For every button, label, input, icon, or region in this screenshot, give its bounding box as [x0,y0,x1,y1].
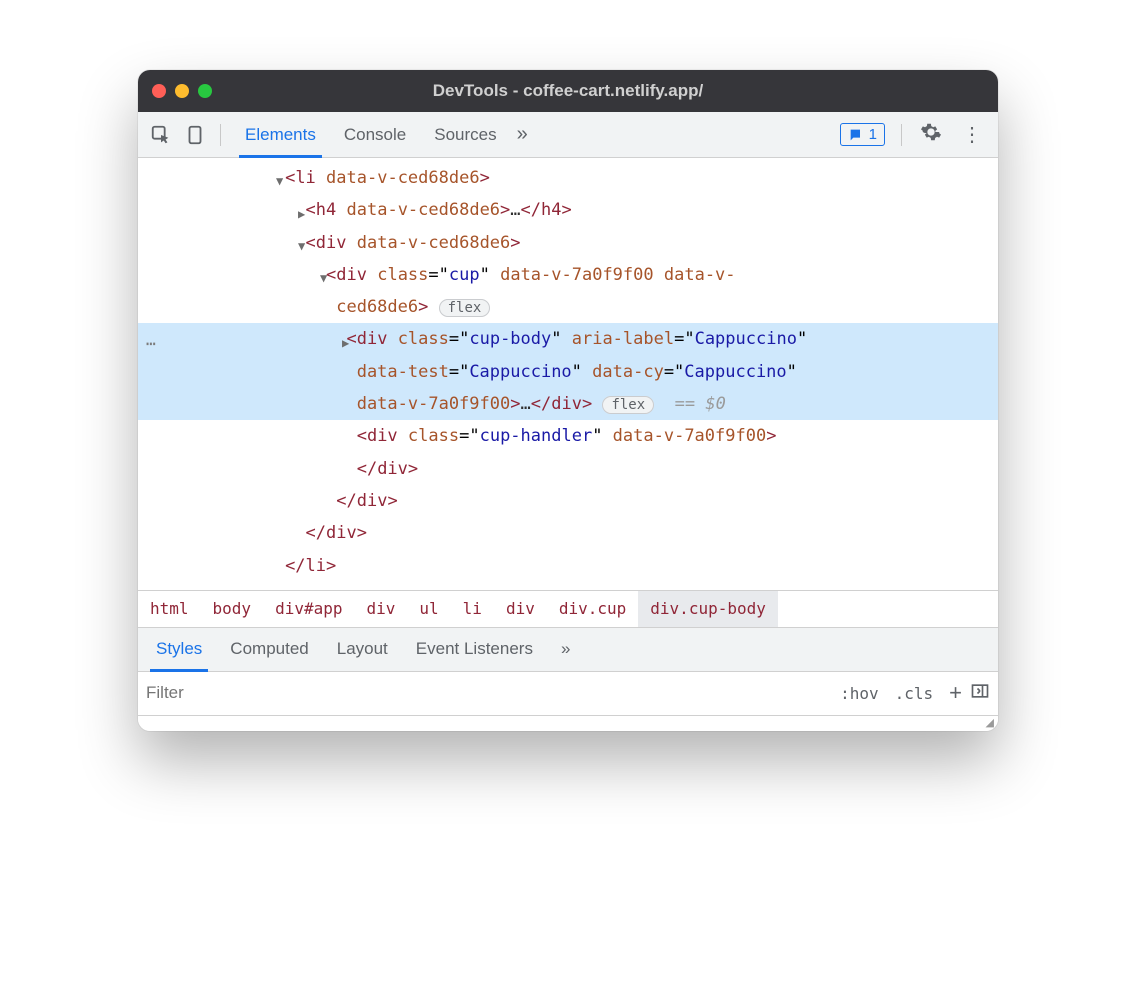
tab-computed[interactable]: Computed [216,628,322,671]
new-style-rule-icon[interactable]: + [941,680,970,706]
styles-filter-row: :hov .cls + [138,672,998,716]
toolbar: Elements Console Sources » 1 ⋮ [138,112,998,158]
breadcrumb: html body div#app div ul li div div.cup … [138,590,998,628]
dom-node[interactable]: </div> [138,485,998,517]
tab-styles[interactable]: Styles [142,628,216,671]
crumb-html[interactable]: html [138,591,201,627]
styles-tabs: Styles Computed Layout Event Listeners » [138,628,998,672]
dom-node[interactable]: ▼ <li data-v-ced68de6> [138,162,998,194]
tab-elements[interactable]: Elements [231,112,330,157]
device-icon[interactable] [180,120,210,150]
minimize-icon[interactable] [175,84,189,98]
tab-layout[interactable]: Layout [323,628,402,671]
devtools-window: DevTools - coffee-cart.netlify.app/ Elem… [138,70,998,731]
resize-handle-icon[interactable]: ◢ [138,716,998,731]
flex-badge[interactable]: flex [439,299,491,317]
crumb-cup[interactable]: div.cup [547,591,638,627]
issues-count: 1 [869,126,877,143]
crumb-app[interactable]: div#app [263,591,354,627]
dom-node[interactable]: <div class="cup-handler" data-v-7a0f9f00… [138,420,998,452]
traffic-lights [152,84,212,98]
crumb-ul[interactable]: ul [407,591,450,627]
tabs-overflow-icon[interactable]: » [511,123,534,146]
tab-sources[interactable]: Sources [420,112,510,157]
filter-input[interactable] [146,683,832,703]
dom-node[interactable]: </div> [138,453,998,485]
dom-node[interactable]: ▶ <h4 data-v-ced68de6>…</h4> [138,194,998,226]
crumb-body[interactable]: body [201,591,264,627]
dom-node[interactable]: </li> [138,550,998,582]
titlebar: DevTools - coffee-cart.netlify.app/ [138,70,998,112]
kebab-icon[interactable]: ⋮ [954,125,990,145]
crumb-div2[interactable]: div [494,591,547,627]
selected-dom-node[interactable]: ⋯ ▶ <div class="cup-body" aria-label="Ca… [138,323,998,420]
elements-tree[interactable]: ▼ <li data-v-ced68de6> ▶ <h4 data-v-ced6… [138,158,998,590]
hov-button[interactable]: :hov [832,684,887,703]
window-title: DevTools - coffee-cart.netlify.app/ [138,81,998,101]
console-ref: == $0 [675,394,726,414]
crumb-li[interactable]: li [451,591,494,627]
dom-node[interactable]: </div> [138,517,998,549]
maximize-icon[interactable] [198,84,212,98]
cls-button[interactable]: .cls [887,684,942,703]
panel-tabs: Elements Console Sources » [231,112,534,157]
separator [220,124,221,146]
tab-console[interactable]: Console [330,112,420,157]
dom-node-cont[interactable]: ced68de6> flex [138,291,998,323]
close-icon[interactable] [152,84,166,98]
dom-node[interactable]: ▼ <div data-v-ced68de6> [138,227,998,259]
toggle-sidebar-icon[interactable] [970,681,990,706]
issues-badge[interactable]: 1 [840,123,885,146]
styles-tabs-overflow[interactable]: » [547,628,584,671]
dom-node[interactable]: ▼ <div class="cup" data-v-7a0f9f00 data-… [138,259,998,291]
tab-event-listeners[interactable]: Event Listeners [402,628,547,671]
flex-badge[interactable]: flex [602,396,654,414]
inspect-icon[interactable] [146,120,176,150]
crumb-cup-body[interactable]: div.cup-body [638,591,778,627]
gear-icon[interactable] [912,121,950,148]
separator [901,124,902,146]
crumb-div[interactable]: div [355,591,408,627]
